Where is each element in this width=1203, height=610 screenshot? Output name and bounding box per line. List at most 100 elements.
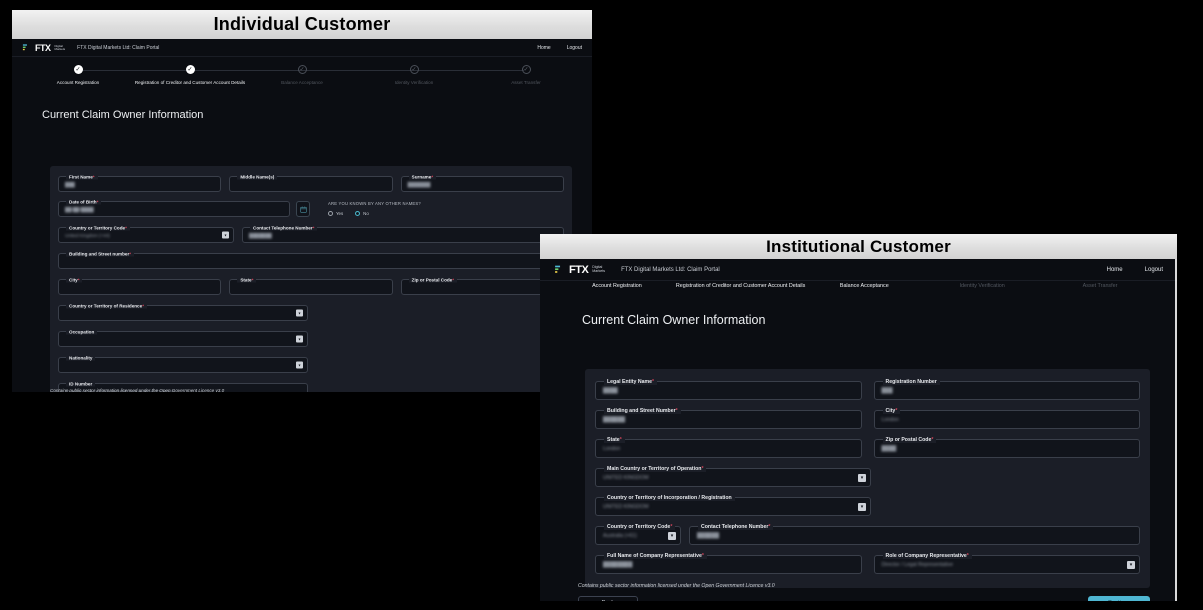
- radio-label: Yes: [336, 211, 343, 216]
- step-identity-verification[interactable]: Identity Verification: [923, 283, 1041, 301]
- step-label: Identity Verification: [960, 283, 1005, 289]
- chevron-down-icon[interactable]: ▾: [296, 362, 303, 369]
- individual-customer-panel: Individual Customer FTX Digital Markets: [12, 10, 592, 392]
- individual-section-title: Current Claim Owner Information: [42, 109, 592, 121]
- field-value: UNITED KINGDOM: [596, 469, 870, 488]
- field-telephone[interactable]: Contact Telephone Number* ███████: [242, 227, 564, 243]
- radio-yes[interactable]: Yes: [328, 211, 343, 216]
- ftx-wordmark: FTX: [569, 264, 588, 276]
- field-country-incorporation[interactable]: Country or Territory of Incorporation / …: [595, 497, 871, 516]
- chevron-down-icon[interactable]: ▾: [858, 503, 866, 511]
- nav-link-logout[interactable]: Logout: [567, 45, 582, 51]
- portal-title: FTX Digital Markets Ltd: Claim Portal: [77, 45, 159, 51]
- field-rep-role[interactable]: Role of Company Representative* Director…: [874, 555, 1141, 574]
- chevron-down-icon[interactable]: ▾: [668, 532, 676, 540]
- field-first-name[interactable]: First Name* ███: [58, 176, 221, 192]
- calendar-glyph: [300, 206, 307, 213]
- field-main-country-operation[interactable]: Main Country or Territory of Operation* …: [595, 468, 871, 487]
- screenshot-stage: Individual Customer FTX Digital Markets: [0, 0, 1203, 610]
- licence-notice: Contains public sector information licen…: [578, 583, 1150, 589]
- institutional-section-title: Current Claim Owner Information: [582, 313, 1177, 327]
- step-check-icon: ✓: [410, 65, 419, 74]
- field-label: State*: [237, 278, 256, 283]
- step-label: Account Registration: [57, 80, 99, 85]
- field-date-of-birth[interactable]: Date of Birth* ██/██/████: [58, 201, 290, 217]
- field-middle-names[interactable]: Middle Name(s): [229, 176, 392, 192]
- step-label: Asset Transfer: [1083, 283, 1118, 289]
- institutional-app-window: FTX Digital Markets FTX Digital Markets …: [540, 259, 1177, 601]
- other-names-radios: Yes No: [328, 211, 421, 216]
- radio-dot-icon: [328, 211, 333, 216]
- field-state[interactable]: State* London: [595, 439, 862, 458]
- field-label: Building and Street number*: [66, 252, 134, 257]
- radio-no[interactable]: No: [355, 211, 369, 216]
- field-country-code[interactable]: Country or Territory Code* United Kingdo…: [58, 227, 234, 243]
- step-check-icon: ✓: [74, 65, 83, 74]
- ftx-sub-markets: Markets: [592, 270, 605, 274]
- field-surname[interactable]: Surname* ███████: [401, 176, 564, 192]
- institutional-navbar: FTX Digital Markets FTX Digital Markets …: [540, 259, 1177, 281]
- field-telephone[interactable]: Contact Telephone Number* ██████: [689, 526, 1140, 545]
- step-check-icon: ✓: [186, 65, 195, 74]
- back-button[interactable]: Back: [578, 596, 638, 601]
- field-registration-number[interactable]: Registration Number ███: [874, 381, 1141, 400]
- field-value: London: [875, 411, 1140, 430]
- individual-nav-links: Home Logout: [537, 45, 582, 51]
- ftx-sub-markets: Markets: [55, 48, 66, 51]
- field-nationality[interactable]: Nationality ▾: [58, 357, 308, 373]
- field-country-code[interactable]: Country or Territory Code* Australia (+6…: [595, 526, 681, 545]
- ftx-wordmark: FTX: [35, 43, 51, 53]
- nav-link-logout[interactable]: Logout: [1145, 267, 1163, 273]
- field-value: London: [596, 440, 861, 459]
- individual-navbar: FTX Digital Markets FTX Digital Markets …: [12, 39, 592, 57]
- institutional-form-card: Legal Entity Name* ████ Registration Num…: [585, 369, 1150, 588]
- ftx-logo[interactable]: FTX Digital Markets: [554, 264, 605, 276]
- chevron-down-icon[interactable]: ▾: [296, 336, 303, 343]
- field-legal-entity-name[interactable]: Legal Entity Name* ████: [595, 381, 862, 400]
- chevron-down-icon[interactable]: ▾: [858, 474, 866, 482]
- radio-label: No: [363, 211, 369, 216]
- nav-link-home[interactable]: Home: [537, 45, 550, 51]
- step-label: Registration of Creditor and Customer Ac…: [676, 283, 805, 289]
- individual-progress-stepper: ✓ Account Registration ✓ Registration of…: [12, 57, 592, 99]
- scrollbar[interactable]: [1175, 259, 1177, 601]
- step-account-registration[interactable]: Account Registration: [558, 283, 676, 301]
- field-value: United Kingdom (+44): [59, 228, 233, 244]
- field-country-residence[interactable]: Country or Territory of Residence* ▾: [58, 305, 308, 321]
- step-check-icon: ✓: [522, 65, 531, 74]
- field-value: UNITED KINGDOM: [596, 498, 870, 517]
- field-building-street[interactable]: Building and Street Number* ██████: [595, 410, 862, 429]
- field-label: Occupation: [66, 330, 97, 335]
- step-label: Balance Acceptance: [840, 283, 889, 289]
- ftx-logo-icon: [22, 43, 31, 52]
- field-value: ███: [875, 382, 1140, 401]
- step-label: Identity Verification: [395, 80, 434, 85]
- nav-link-home[interactable]: Home: [1107, 267, 1123, 273]
- field-label: ID Number: [66, 382, 95, 387]
- field-label: Middle Name(s): [237, 175, 277, 180]
- field-label: Zip or Postal Code*: [409, 278, 457, 283]
- field-label: Nationality: [66, 356, 95, 361]
- field-building-street[interactable]: Building and Street number*: [58, 253, 564, 269]
- radio-dot-icon: [355, 211, 360, 216]
- step-balance-acceptance[interactable]: Balance Acceptance: [805, 283, 923, 301]
- step-registration-creditor[interactable]: Registration of Creditor and Customer Ac…: [676, 283, 805, 301]
- field-city[interactable]: City*: [58, 279, 221, 295]
- continue-button[interactable]: Continue: [1088, 596, 1150, 601]
- field-state[interactable]: State*: [229, 279, 392, 295]
- chevron-down-icon[interactable]: ▾: [1127, 561, 1135, 569]
- individual-footer: Contains public sector information licen…: [50, 388, 572, 392]
- field-value: ███████: [243, 228, 563, 244]
- field-rep-full-name[interactable]: Full Name of Company Representative* ███…: [595, 555, 862, 574]
- chevron-down-icon[interactable]: ▾: [222, 232, 229, 239]
- institutional-customer-panel: Institutional Customer FTX Digital Marke…: [540, 234, 1177, 601]
- step-asset-transfer[interactable]: Asset Transfer: [1041, 283, 1159, 301]
- step-label: Account Registration: [592, 283, 642, 289]
- chevron-down-icon[interactable]: ▾: [296, 310, 303, 317]
- step-check-icon: ✓: [298, 65, 307, 74]
- field-occupation[interactable]: Occupation ▾: [58, 331, 308, 347]
- calendar-icon[interactable]: [296, 201, 310, 217]
- field-city[interactable]: City* London: [874, 410, 1141, 429]
- ftx-logo[interactable]: FTX Digital Markets: [22, 43, 65, 53]
- field-zip[interactable]: Zip or Postal Code* ████: [874, 439, 1141, 458]
